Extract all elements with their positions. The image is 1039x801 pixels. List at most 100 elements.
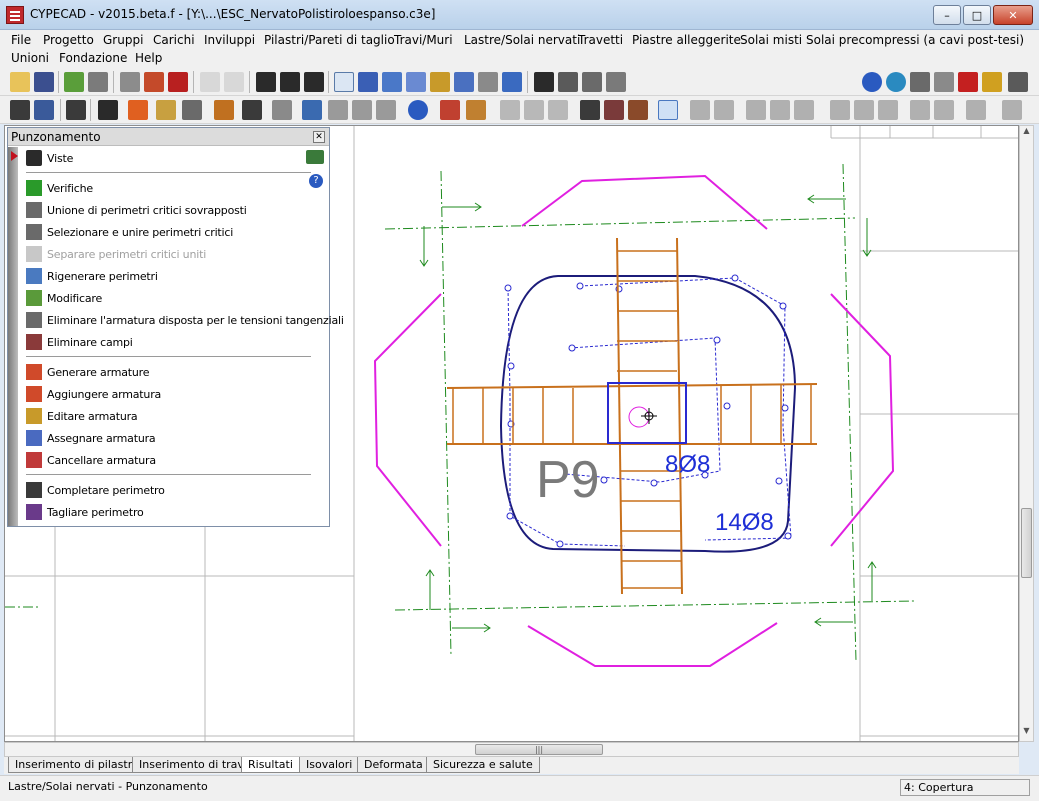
menu-carichi[interactable]: Carichi: [153, 33, 195, 47]
punching-icon[interactable]: [658, 100, 678, 120]
import-icon[interactable]: [958, 72, 978, 92]
menu-progetto[interactable]: Progetto: [43, 33, 94, 47]
view-icon[interactable]: [502, 72, 522, 92]
pen-icon[interactable]: [430, 72, 450, 92]
app-logo-icon[interactable]: [6, 6, 24, 24]
menu-file[interactable]: File: [11, 33, 31, 47]
open-icon[interactable]: [10, 72, 30, 92]
level-both-icon[interactable]: [280, 72, 300, 92]
brush-icon[interactable]: [214, 100, 234, 120]
export-icon[interactable]: [934, 72, 954, 92]
fire-icon[interactable]: [128, 100, 148, 120]
beam-5-icon[interactable]: [794, 100, 814, 120]
cube-icon[interactable]: [182, 100, 202, 120]
scroll-down-icon[interactable]: ▼: [1020, 726, 1033, 741]
menu-travi[interactable]: Travi/Muri: [394, 33, 453, 47]
maximize-button[interactable]: □: [963, 5, 991, 25]
mesh-icon[interactable]: [144, 72, 164, 92]
menu-lastre[interactable]: Lastre/Solai nervati: [464, 33, 580, 47]
help-icon[interactable]: ?: [309, 174, 323, 188]
menu-piastre[interactable]: Piastre alleggerite: [632, 33, 741, 47]
zoom-out-icon[interactable]: [406, 72, 426, 92]
menu-unioni[interactable]: Unioni: [11, 51, 49, 65]
panel-item-tagliare[interactable]: Tagliare perimetro: [26, 502, 144, 522]
exit-icon[interactable]: [1008, 72, 1028, 92]
disabled-tool-icon[interactable]: [500, 100, 520, 120]
panel-item-selezionare[interactable]: Selezionare e unire perimetri critici: [26, 222, 233, 242]
close-button[interactable]: ✕: [993, 5, 1033, 25]
search-icon[interactable]: [454, 72, 474, 92]
panel-item-completare[interactable]: Completare perimetro: [26, 480, 165, 500]
columns-icon[interactable]: [10, 100, 30, 120]
bowl-icon[interactable]: [302, 100, 322, 120]
beam-2-icon[interactable]: [714, 100, 734, 120]
measure-icon[interactable]: [582, 72, 602, 92]
beam-4-icon[interactable]: [770, 100, 790, 120]
vertical-scroll-thumb[interactable]: [1021, 508, 1032, 578]
panel-item-cancellare[interactable]: Cancellare armatura: [26, 450, 156, 470]
menu-solai-precompressi[interactable]: Solai precompressi (a cavi post-tesi): [806, 33, 1024, 47]
vertical-scrollbar[interactable]: ▲ ▼: [1019, 125, 1034, 742]
info-icon[interactable]: [408, 100, 428, 120]
menu-travetti[interactable]: Travetti: [578, 33, 623, 47]
globe-icon[interactable]: [886, 72, 906, 92]
book-icon[interactable]: [306, 150, 324, 164]
level-up-icon[interactable]: [256, 72, 276, 92]
menu-gruppi[interactable]: Gruppi: [103, 33, 143, 47]
minimize-button[interactable]: –: [933, 5, 961, 25]
tab-inserimento-pilastri[interactable]: Inserimento di pilastri: [8, 757, 143, 773]
panel-item-assegnare[interactable]: Assegnare armatura: [26, 428, 156, 448]
beam-7-icon[interactable]: [854, 100, 874, 120]
rebar-2-icon[interactable]: [466, 100, 486, 120]
grid-2-icon[interactable]: [604, 100, 624, 120]
panel-item-eliminare-campi[interactable]: Eliminare campi: [26, 332, 133, 352]
menu-fondazione[interactable]: Fondazione: [59, 51, 127, 65]
grid-icon[interactable]: [120, 72, 140, 92]
square-icon[interactable]: [272, 100, 292, 120]
menu-inviluppi[interactable]: Inviluppi: [204, 33, 255, 47]
beam-8-icon[interactable]: [878, 100, 898, 120]
panel-item-editare[interactable]: Editare armatura: [26, 406, 138, 426]
tab-deformata[interactable]: Deformata: [357, 757, 430, 773]
beam-3-icon[interactable]: [746, 100, 766, 120]
beam-9-icon[interactable]: [910, 100, 930, 120]
panel-item-generare[interactable]: Generare armature: [26, 362, 150, 382]
disabled-tool-2-icon[interactable]: [524, 100, 544, 120]
menu-help[interactable]: Help: [135, 51, 162, 65]
scroll-up-icon[interactable]: ▲: [1020, 126, 1033, 141]
panel-item-verifiche[interactable]: Verifiche: [26, 178, 93, 198]
phone-2-icon[interactable]: [242, 100, 262, 120]
floors-icon[interactable]: [34, 100, 54, 120]
level-down-icon[interactable]: [304, 72, 324, 92]
dimension-icon[interactable]: [558, 72, 578, 92]
reinforce-icon[interactable]: [64, 72, 84, 92]
stairs-icon[interactable]: [66, 100, 86, 120]
support-icon[interactable]: [328, 100, 348, 120]
binoculars-icon[interactable]: [534, 72, 554, 92]
beam-11-icon[interactable]: [966, 100, 986, 120]
tab-sicurezza[interactable]: Sicurezza e salute: [426, 757, 540, 773]
panel-item-viste[interactable]: Viste: [26, 148, 73, 168]
zoom-window-icon[interactable]: [334, 72, 354, 92]
panel-item-separare[interactable]: Separare perimetri critici uniti: [26, 244, 206, 264]
phone-icon[interactable]: [98, 100, 118, 120]
save-icon[interactable]: [34, 72, 54, 92]
tab-risultati[interactable]: Risultati: [241, 757, 300, 773]
support-2-icon[interactable]: [352, 100, 372, 120]
horizontal-scroll-thumb[interactable]: |||: [475, 744, 603, 755]
beam-icon[interactable]: [690, 100, 710, 120]
beam-12-icon[interactable]: [1002, 100, 1022, 120]
panel-item-modificare[interactable]: Modificare: [26, 288, 102, 308]
tab-isovalori[interactable]: Isovalori: [299, 757, 360, 773]
rebar-icon[interactable]: [440, 100, 460, 120]
tab-inserimento-travi[interactable]: Inserimento di travi: [132, 757, 254, 773]
panel-item-aggiungere[interactable]: Aggiungere armatura: [26, 384, 161, 404]
disabled-tool-3-icon[interactable]: [548, 100, 568, 120]
zoom-all-icon[interactable]: [382, 72, 402, 92]
undo-icon[interactable]: [200, 72, 220, 92]
angle-icon[interactable]: [606, 72, 626, 92]
panel-item-eliminare-armatura[interactable]: Eliminare l'armatura disposta per le ten…: [26, 310, 344, 330]
settings-icon[interactable]: [982, 72, 1002, 92]
phone-3-icon[interactable]: [580, 100, 600, 120]
menu-pilastri[interactable]: Pilastri/Pareti di taglio: [264, 33, 395, 47]
